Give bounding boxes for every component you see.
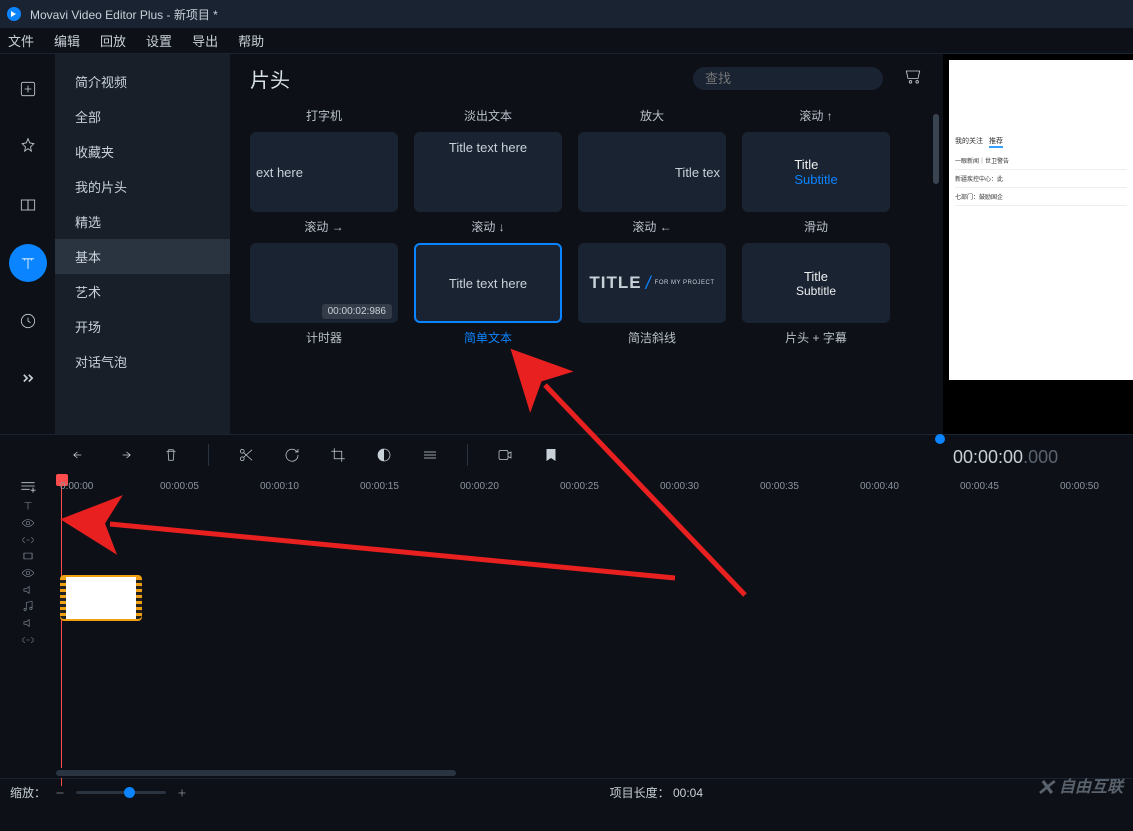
cat-opening[interactable]: 开场 [55, 309, 230, 344]
project-length-value: 00:04 [673, 786, 703, 800]
preset-caption: 计时器 [306, 329, 342, 346]
track-head [0, 499, 56, 547]
crop-icon[interactable] [329, 446, 347, 464]
color-adjust-icon[interactable] [375, 446, 393, 464]
preview-timecode: 00:00:00.000 [953, 447, 1058, 468]
menu-file[interactable]: 文件 [8, 31, 34, 50]
title-bar: Movavi Video Editor Plus - 新项目 * [0, 0, 1133, 28]
titles-gallery: 片头 打字机 淡出文本 放大 滚动 ↑ ext here 滚动 → Title t… [230, 54, 943, 434]
title-preset[interactable]: TitleSubtitle [742, 132, 890, 212]
video-track[interactable] [0, 548, 1133, 598]
rotate-icon[interactable] [283, 446, 301, 464]
link-icon[interactable] [21, 533, 35, 547]
visibility-icon[interactable] [21, 566, 35, 580]
preset-caption: 滑动 [804, 218, 828, 235]
preset-caption: 放大 [640, 107, 664, 124]
preset-caption: 简单文本 [464, 329, 512, 346]
video-clip[interactable] [60, 575, 142, 621]
preset-caption: 滚动 ← [632, 218, 671, 235]
preview-screen[interactable]: 我的关注推荐 一眼新闻｜世卫警告 新疆疾控中心：此 七部门：鼓励国企 [949, 60, 1133, 380]
zoom-slider[interactable] [54, 787, 188, 799]
title-preset[interactable]: TitleSubtitle [742, 243, 890, 323]
add-track-icon[interactable] [18, 476, 38, 496]
zoom-label: 缩放： [10, 784, 46, 801]
cat-art[interactable]: 艺术 [55, 274, 230, 309]
link-icon[interactable] [21, 633, 35, 647]
clip-properties-icon[interactable] [421, 446, 439, 464]
undo-icon[interactable] [70, 446, 88, 464]
record-icon[interactable] [496, 446, 514, 464]
mute-icon[interactable] [21, 616, 35, 630]
title-preset[interactable]: ext here [250, 132, 398, 212]
video-track-icon [21, 549, 35, 563]
track-head [0, 599, 56, 647]
app-icon [6, 6, 22, 22]
timestamp-badge: 00:00:02:986 [322, 304, 392, 319]
preview-marker [935, 434, 945, 444]
menu-export[interactable]: 导出 [192, 31, 218, 50]
cat-all[interactable]: 全部 [55, 99, 230, 134]
watermark: ✕ 自由互联 [1036, 773, 1123, 801]
cat-intro-video[interactable]: 简介视频 [55, 64, 230, 99]
timeline-ruler[interactable]: 0:00:00 00:00:05 00:00:10 00:00:15 00:00… [0, 474, 1133, 498]
project-length-label: 项目长度： [610, 786, 670, 800]
tool-filters[interactable] [9, 128, 47, 166]
visibility-icon[interactable] [21, 516, 35, 530]
preview-panel: 我的关注推荐 一眼新闻｜世卫警告 新疆疾控中心：此 七部门：鼓励国企 00:00… [943, 54, 1133, 434]
title-track[interactable] [0, 498, 1133, 548]
cat-featured[interactable]: 精选 [55, 204, 230, 239]
search-input[interactable] [705, 71, 881, 86]
audio-track[interactable] [0, 598, 1133, 648]
preset-caption: 滚动 ↓ [471, 218, 504, 235]
cut-icon[interactable] [237, 446, 255, 464]
title-preset[interactable]: Title text here [414, 132, 562, 212]
cat-favorites[interactable]: 收藏夹 [55, 134, 230, 169]
menu-playback[interactable]: 回放 [100, 31, 126, 50]
cart-icon[interactable] [903, 66, 923, 91]
mute-icon[interactable] [21, 583, 35, 597]
title-preset[interactable]: 00:00:02:986 [250, 243, 398, 323]
zoom-in-icon[interactable] [176, 787, 188, 799]
tool-titles[interactable] [9, 244, 47, 282]
marker-icon[interactable] [542, 446, 560, 464]
title-preset-selected[interactable]: Title text here [414, 243, 562, 323]
text-track-icon [21, 499, 35, 513]
preset-caption: 滚动 → [304, 218, 343, 235]
cat-basic[interactable]: 基本 [55, 239, 230, 274]
tool-more[interactable] [9, 360, 47, 398]
empty-track-area[interactable] [0, 648, 1133, 768]
menu-edit[interactable]: 编辑 [54, 31, 80, 50]
preset-caption: 简洁斜线 [628, 329, 676, 346]
gallery-heading: 片头 [250, 64, 693, 93]
tool-stickers[interactable] [9, 302, 47, 340]
category-sidebar: 简介视频 全部 收藏夹 我的片头 精选 基本 艺术 开场 对话气泡 [55, 54, 230, 434]
title-preset[interactable]: TITLE/FOR MY PROJECT [578, 243, 726, 323]
preset-caption: 打字机 [306, 107, 342, 124]
search-box[interactable] [693, 67, 883, 90]
menu-settings[interactable]: 设置 [146, 31, 172, 50]
tool-transitions[interactable] [9, 186, 47, 224]
gallery-scrollbar[interactable] [933, 114, 939, 184]
title-preset[interactable]: Title tex [578, 132, 726, 212]
preset-caption: 片头 + 字幕 [785, 329, 847, 346]
timeline-scrollbar[interactable] [56, 768, 1133, 778]
left-toolbar [0, 54, 55, 434]
delete-icon[interactable] [162, 446, 180, 464]
cat-my-titles[interactable]: 我的片头 [55, 169, 230, 204]
redo-icon[interactable] [116, 446, 134, 464]
timeline: 0:00:00 00:00:05 00:00:10 00:00:15 00:00… [0, 474, 1133, 778]
zoom-out-icon[interactable] [54, 787, 66, 799]
track-head [0, 549, 56, 597]
preset-caption: 淡出文本 [464, 107, 512, 124]
cat-speech-bubble[interactable]: 对话气泡 [55, 344, 230, 379]
status-bar: 缩放： 项目长度： 00:04 [0, 778, 1133, 806]
menu-bar: 文件 编辑 回放 设置 导出 帮助 [0, 28, 1133, 54]
menu-help[interactable]: 帮助 [238, 31, 264, 50]
window-title: Movavi Video Editor Plus - 新项目 * [30, 6, 218, 23]
zoom-knob[interactable] [124, 787, 135, 798]
audio-track-icon [21, 599, 35, 613]
preset-caption: 滚动 ↑ [799, 107, 832, 124]
tool-import[interactable] [9, 70, 47, 108]
